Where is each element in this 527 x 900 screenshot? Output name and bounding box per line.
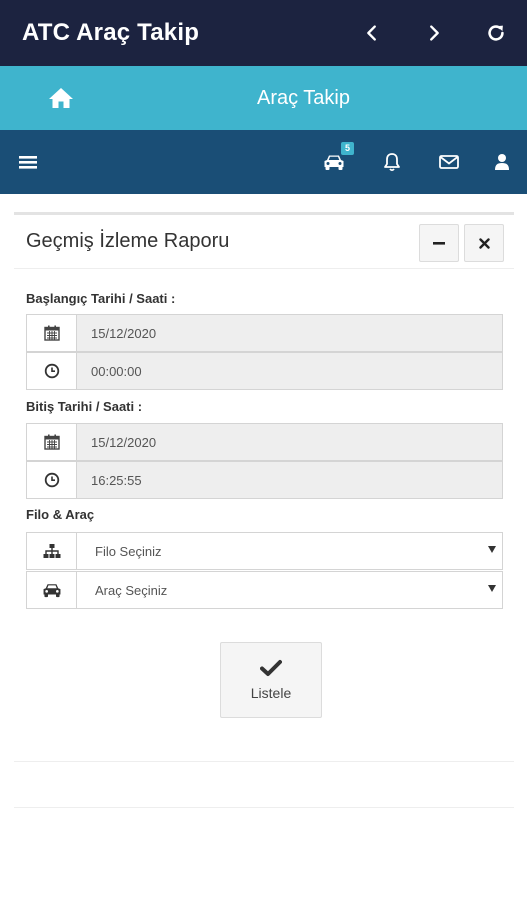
app-bar: ATC Araç Takip bbox=[0, 0, 527, 66]
fleet-addon bbox=[27, 533, 77, 569]
user-icon bbox=[495, 154, 509, 170]
sub-header: Araç Takip bbox=[0, 66, 527, 130]
chevron-right-icon bbox=[430, 25, 439, 41]
toolbar: 5 bbox=[0, 130, 527, 194]
panel-header: Geçmiş İzleme Raporu bbox=[14, 215, 514, 269]
fleet-select-group[interactable]: Filo Seçiniz bbox=[26, 532, 503, 570]
refresh-button[interactable] bbox=[465, 0, 527, 66]
sitemap-icon bbox=[43, 544, 60, 558]
calendar-icon bbox=[43, 434, 60, 450]
end-date-addon bbox=[27, 424, 77, 460]
caret-down-icon bbox=[488, 585, 496, 592]
start-date-addon bbox=[27, 315, 77, 351]
start-time-group[interactable]: 00:00:00 bbox=[26, 352, 503, 390]
profile-button[interactable] bbox=[492, 150, 512, 174]
minus-icon bbox=[433, 242, 445, 245]
start-date-group[interactable]: 15/12/2020 bbox=[26, 314, 503, 352]
bell-icon bbox=[384, 153, 400, 172]
vehicle-addon bbox=[27, 572, 77, 608]
vehicle-select[interactable]: Araç Seçiniz bbox=[77, 572, 502, 608]
list-button[interactable]: Listele bbox=[220, 642, 322, 718]
menu-button[interactable] bbox=[18, 150, 38, 174]
close-icon bbox=[478, 237, 490, 249]
fleet-select-value: Filo Seçiniz bbox=[95, 543, 162, 559]
start-time-addon bbox=[27, 353, 77, 389]
vehicle-select-value: Araç Seçiniz bbox=[95, 582, 168, 598]
report-panel: Geçmiş İzleme Raporu Başlangıç Tarihi / … bbox=[14, 212, 514, 808]
end-date-group[interactable]: 15/12/2020 bbox=[26, 423, 503, 461]
divider bbox=[14, 761, 514, 762]
close-button[interactable] bbox=[464, 224, 504, 262]
calendar-icon bbox=[43, 325, 60, 341]
end-date-field[interactable]: 15/12/2020 bbox=[77, 424, 502, 460]
home-icon[interactable] bbox=[48, 86, 74, 110]
end-time-addon bbox=[27, 462, 77, 498]
chevron-left-icon bbox=[367, 25, 376, 41]
back-button[interactable] bbox=[341, 0, 403, 66]
clock-icon bbox=[44, 363, 59, 379]
divider bbox=[14, 807, 514, 808]
fleet-select[interactable]: Filo Seçiniz bbox=[77, 533, 502, 569]
list-button-label: Listele bbox=[250, 685, 292, 701]
notifications-button[interactable] bbox=[382, 150, 402, 174]
end-time-field[interactable]: 16:25:55 bbox=[77, 462, 502, 498]
car-icon bbox=[324, 155, 344, 170]
end-label: Bitiş Tarihi / Saati : bbox=[26, 399, 143, 414]
end-time-group[interactable]: 16:25:55 bbox=[26, 461, 503, 499]
page-title: Araç Takip bbox=[256, 86, 350, 109]
start-date-field[interactable]: 15/12/2020 bbox=[77, 315, 502, 351]
vehicles-button[interactable]: 5 bbox=[322, 142, 354, 174]
vehicle-select-group[interactable]: Araç Seçiniz bbox=[26, 571, 503, 609]
app-title: ATC Araç Takip bbox=[22, 19, 200, 46]
caret-down-icon bbox=[488, 546, 496, 553]
start-label: Başlangıç Tarihi / Saati : bbox=[26, 291, 176, 306]
menu-icon bbox=[19, 156, 37, 169]
collapse-button[interactable] bbox=[419, 224, 459, 262]
clock-icon bbox=[44, 472, 59, 488]
envelope-icon bbox=[439, 155, 459, 169]
car-icon bbox=[43, 584, 60, 598]
vehicle-count-badge: 5 bbox=[341, 142, 354, 155]
start-time-field[interactable]: 00:00:00 bbox=[77, 353, 502, 389]
check-icon bbox=[260, 660, 282, 676]
forward-button[interactable] bbox=[403, 0, 465, 66]
refresh-icon bbox=[488, 25, 504, 41]
messages-button[interactable] bbox=[438, 150, 460, 174]
fleet-label: Filo & Araç bbox=[26, 507, 95, 522]
